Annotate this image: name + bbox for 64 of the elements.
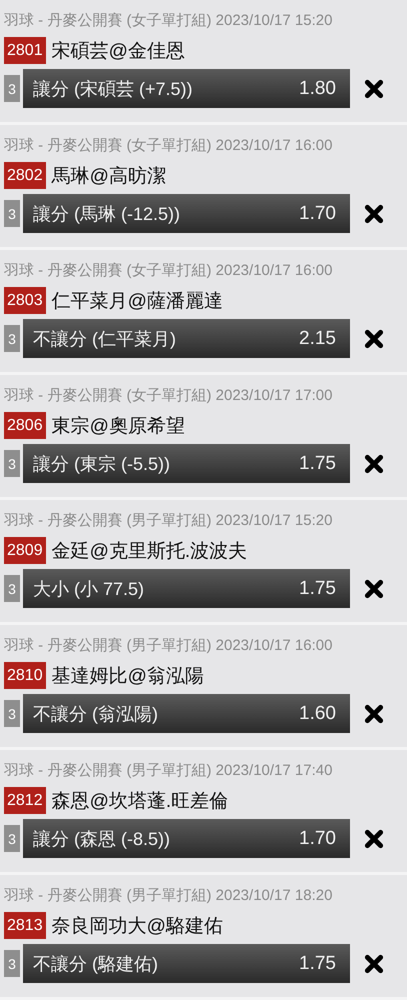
odds-value: 2.15 — [299, 328, 336, 350]
close-icon[interactable] — [363, 952, 385, 974]
close-icon[interactable] — [363, 828, 385, 850]
league-info: 羽球 - 丹麥公開賽 (男子單打組) 2023/10/17 17:40 — [4, 761, 334, 781]
match-title: 仁平菜月@薩潘麗達 — [52, 290, 223, 314]
match-title: 金廷@克里斯托.波波夫 — [52, 540, 248, 564]
selection-label: 不讓分 (駱建佑) — [33, 952, 158, 976]
leg-count: 3 — [4, 825, 20, 852]
selection-label: 不讓分 (翁泓陽) — [33, 702, 158, 726]
selection-label: 讓分 (森恩 (-8.5)) — [33, 828, 170, 850]
selection-bar[interactable]: 不讓分 (翁泓陽) 1.60 — [23, 694, 350, 733]
league-info: 羽球 - 丹麥公開賽 (男子單打組) 2023/10/17 16:00 — [4, 636, 334, 656]
leg-count: 3 — [4, 325, 20, 352]
match-title: 東宗@奧原希望 — [52, 414, 185, 438]
close-icon[interactable] — [363, 702, 385, 724]
selection-bar[interactable]: 讓分 (馬琳 (-12.5)) 1.70 — [23, 194, 350, 233]
selection-bar[interactable]: 不讓分 (駱建佑) 1.75 — [23, 944, 350, 983]
leg-count: 3 — [4, 700, 20, 727]
selection-label: 讓分 (東宗 (-5.5)) — [33, 452, 170, 476]
league-info: 羽球 - 丹麥公開賽 (男子單打組) 2023/10/17 18:20 — [4, 886, 334, 906]
match-code: 2812 — [4, 787, 46, 814]
odds-value: 1.75 — [299, 578, 336, 600]
leg-count: 3 — [4, 450, 20, 477]
leg-count: 3 — [4, 200, 20, 227]
selection-bar[interactable]: 不讓分 (仁平菜月) 2.15 — [23, 319, 350, 358]
close-icon[interactable] — [363, 78, 385, 100]
match-title: 宋碩芸@金佳恩 — [52, 40, 185, 64]
selection-label: 讓分 (宋碩芸 (+7.5)) — [33, 78, 193, 100]
odds-value: 1.75 — [299, 952, 336, 974]
match-title: 馬琳@高昉潔 — [52, 164, 166, 188]
odds-value: 1.70 — [299, 202, 336, 224]
league-info: 羽球 - 丹麥公開賽 (女子單打組) 2023/10/17 15:20 — [4, 11, 334, 31]
close-icon[interactable] — [363, 328, 385, 350]
league-info: 羽球 - 丹麥公開賽 (女子單打組) 2023/10/17 17:00 — [4, 386, 334, 406]
odds-value: 1.70 — [299, 828, 336, 850]
league-info: 羽球 - 丹麥公開賽 (女子單打組) 2023/10/17 16:00 — [4, 136, 334, 156]
close-icon[interactable] — [363, 578, 385, 600]
match-code: 2813 — [4, 912, 46, 939]
match-title: 基達姆比@翁泓陽 — [52, 664, 204, 688]
leg-count: 3 — [4, 950, 20, 977]
selection-bar[interactable]: 讓分 (森恩 (-8.5)) 1.70 — [23, 819, 350, 858]
selection-bar[interactable]: 讓分 (宋碩芸 (+7.5)) 1.80 — [23, 69, 350, 108]
selection-bar[interactable]: 讓分 (東宗 (-5.5)) 1.75 — [23, 444, 350, 483]
match-code: 2806 — [4, 412, 46, 439]
leg-count: 3 — [4, 575, 20, 602]
league-info: 羽球 - 丹麥公開賽 (女子單打組) 2023/10/17 16:00 — [4, 261, 334, 281]
league-info: 羽球 - 丹麥公開賽 (男子單打組) 2023/10/17 15:20 — [4, 511, 334, 531]
close-icon[interactable] — [363, 452, 385, 474]
match-code: 2802 — [4, 162, 46, 189]
match-title: 奈良岡功大@駱建佑 — [52, 914, 223, 938]
close-icon[interactable] — [363, 202, 385, 224]
leg-count: 3 — [4, 75, 20, 102]
selection-label: 大小 (小 77.5) — [33, 578, 144, 600]
odds-value: 1.80 — [299, 78, 336, 100]
match-code: 2801 — [4, 37, 46, 64]
selection-bar[interactable]: 大小 (小 77.5) 1.75 — [23, 569, 350, 608]
selection-label: 讓分 (馬琳 (-12.5)) — [33, 202, 180, 226]
match-title: 森恩@坎塔蓬.旺差倫 — [52, 790, 228, 814]
odds-value: 1.75 — [299, 452, 336, 474]
match-code: 2809 — [4, 537, 46, 564]
odds-value: 1.60 — [299, 702, 336, 724]
selection-label: 不讓分 (仁平菜月) — [33, 328, 176, 350]
match-code: 2810 — [4, 662, 46, 689]
match-code: 2803 — [4, 287, 46, 314]
